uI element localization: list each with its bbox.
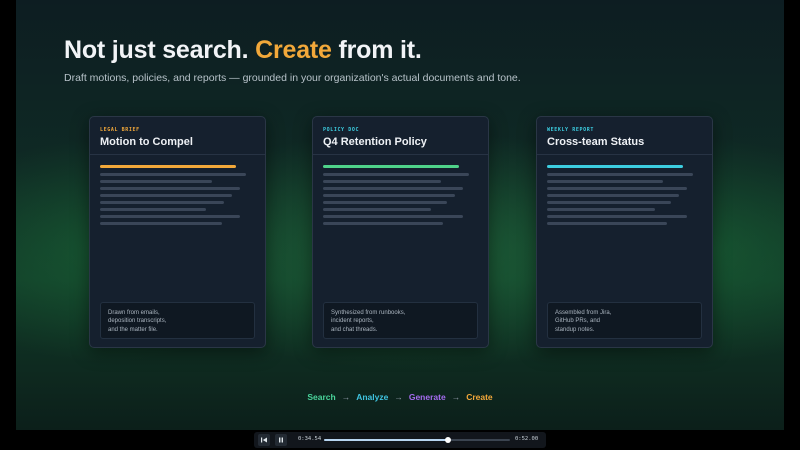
text-placeholder-line [547, 173, 693, 176]
page-title: Not just search. Create from it. [64, 36, 422, 65]
document-card-legal-brief: LEGAL BRIEF Motion to Compel Drawn from … [89, 116, 266, 348]
text-placeholder-line [323, 180, 441, 183]
card-eyebrow: LEGAL BRIEF [100, 127, 140, 133]
text-placeholder-line [547, 180, 663, 183]
card-divider [90, 154, 265, 155]
text-placeholder-line [323, 194, 455, 197]
video-stage: Not just search. Create from it. Draft m… [16, 0, 784, 430]
card-title: Cross-team Status [547, 136, 645, 148]
text-placeholder-line [100, 208, 206, 211]
document-card-weekly-report: WEEKLY REPORT Cross-team Status Assemble… [536, 116, 713, 348]
text-placeholder-line [547, 222, 667, 225]
card-divider [537, 154, 712, 155]
headline-accent: Create [255, 36, 332, 64]
text-placeholder-line [323, 215, 463, 218]
card-title: Motion to Compel [100, 136, 193, 148]
workflow-steps: Search → Analyze → Generate → Create [16, 392, 784, 402]
text-placeholder-line [547, 201, 671, 204]
text-placeholder-line [100, 180, 212, 183]
arrow-right-icon: → [451, 392, 461, 402]
card-eyebrow: POLICY DOC [323, 127, 360, 133]
step-search: Search [307, 392, 336, 402]
card-title: Q4 Retention Policy [323, 136, 427, 148]
arrow-right-icon: → [341, 392, 351, 402]
text-placeholder-line [323, 187, 463, 190]
document-card-policy-doc: POLICY DOC Q4 Retention Policy Synthesiz… [312, 116, 489, 348]
headline-pre: Not just search. [64, 36, 256, 64]
text-placeholder-line [100, 173, 246, 176]
card-accent-line [323, 165, 459, 168]
text-placeholder-line [323, 173, 469, 176]
step-analyze: Analyze [356, 392, 389, 402]
card-divider [313, 154, 488, 155]
text-placeholder-line [323, 201, 447, 204]
step-create: Create [466, 392, 493, 402]
text-placeholder-line [100, 215, 240, 218]
text-placeholder-line [100, 201, 224, 204]
text-placeholder-line [547, 215, 687, 218]
card-source-note: Assembled from Jira, GitHub PRs, and sta… [547, 302, 702, 339]
step-generate: Generate [408, 392, 446, 402]
current-time: 0:34.54 [298, 436, 322, 442]
text-placeholder-line [547, 187, 687, 190]
seek-handle[interactable] [444, 437, 451, 443]
text-placeholder-line [547, 208, 655, 211]
seek-progress [324, 439, 448, 441]
page-subtitle: Draft motions, policies, and reports — g… [64, 72, 521, 84]
text-placeholder-line [100, 222, 222, 225]
card-eyebrow: WEEKLY REPORT [547, 127, 594, 133]
text-placeholder-line [100, 187, 240, 190]
total-time: 0:52.00 [515, 436, 539, 442]
headline-post: from it. [331, 36, 422, 64]
arrow-right-icon: → [394, 392, 403, 402]
card-accent-line [100, 165, 236, 168]
card-source-note: Synthesized from runbooks, incident repo… [323, 302, 478, 339]
text-placeholder-line [323, 222, 443, 225]
text-placeholder-line [100, 194, 232, 197]
card-source-note: Drawn from emails, deposition transcript… [100, 302, 255, 339]
text-placeholder-line [547, 194, 679, 197]
text-placeholder-line [323, 208, 431, 211]
skip-back-icon[interactable] [258, 434, 270, 446]
pause-icon[interactable] [275, 434, 287, 446]
media-player-controls: 0:34.54 0:52.00 [254, 432, 546, 448]
card-accent-line [547, 165, 683, 168]
seek-bar[interactable] [324, 437, 510, 443]
